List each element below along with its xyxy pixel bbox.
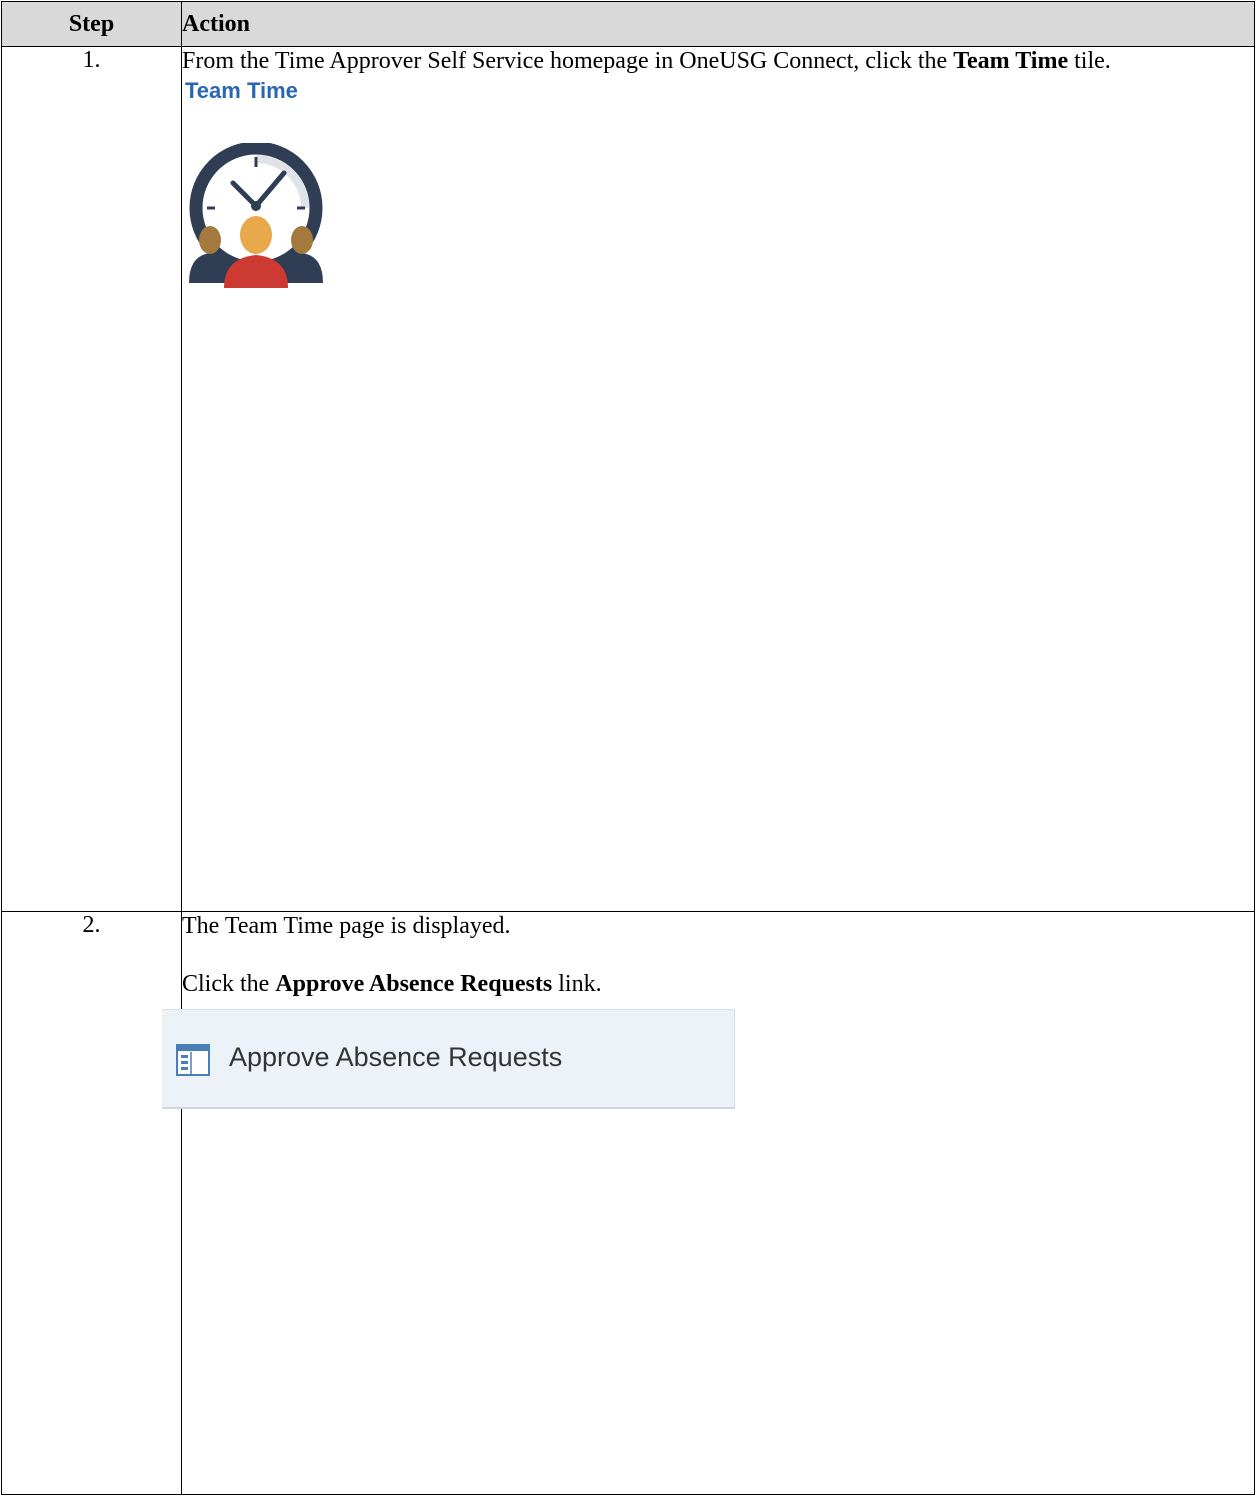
step-number: 1. bbox=[1, 46, 182, 912]
bold-term: Team Time bbox=[953, 48, 1069, 74]
approve-absence-requests-link[interactable]: Approve Absence Requests bbox=[162, 1009, 735, 1109]
clock-team-icon bbox=[189, 143, 323, 288]
step-action: The Team Time page is displayed. Click t… bbox=[162, 911, 1255, 1495]
step-action: From the Time Approver Self Service home… bbox=[181, 46, 1255, 912]
tile-title: Team Time bbox=[185, 78, 298, 103]
instruction-text: Click the Approve Absence Requests link. bbox=[182, 971, 602, 997]
table-row: 1. From the Time Approver Self Service h… bbox=[1, 46, 1255, 912]
link-label: Approve Absence Requests bbox=[229, 1042, 563, 1072]
page-list-icon bbox=[176, 1044, 210, 1076]
table-header-row: Step Action bbox=[1, 1, 1255, 47]
instruction-text: The Team Time page is displayed. bbox=[182, 913, 511, 939]
instruction-text: From the Time Approver Self Service home… bbox=[182, 48, 1111, 74]
header-action: Action bbox=[181, 1, 1255, 47]
header-step: Step bbox=[1, 1, 182, 47]
step-number: 2. bbox=[1, 911, 182, 1495]
team-time-tile[interactable]: Team Time bbox=[184, 78, 354, 288]
table-row: 2. The Team Time page is displayed. Clic… bbox=[1, 911, 1255, 1495]
bold-term: Approve Absence Requests bbox=[275, 971, 553, 997]
steps-table: Step Action 1. From the Time Approver Se… bbox=[1, 1, 1255, 1495]
